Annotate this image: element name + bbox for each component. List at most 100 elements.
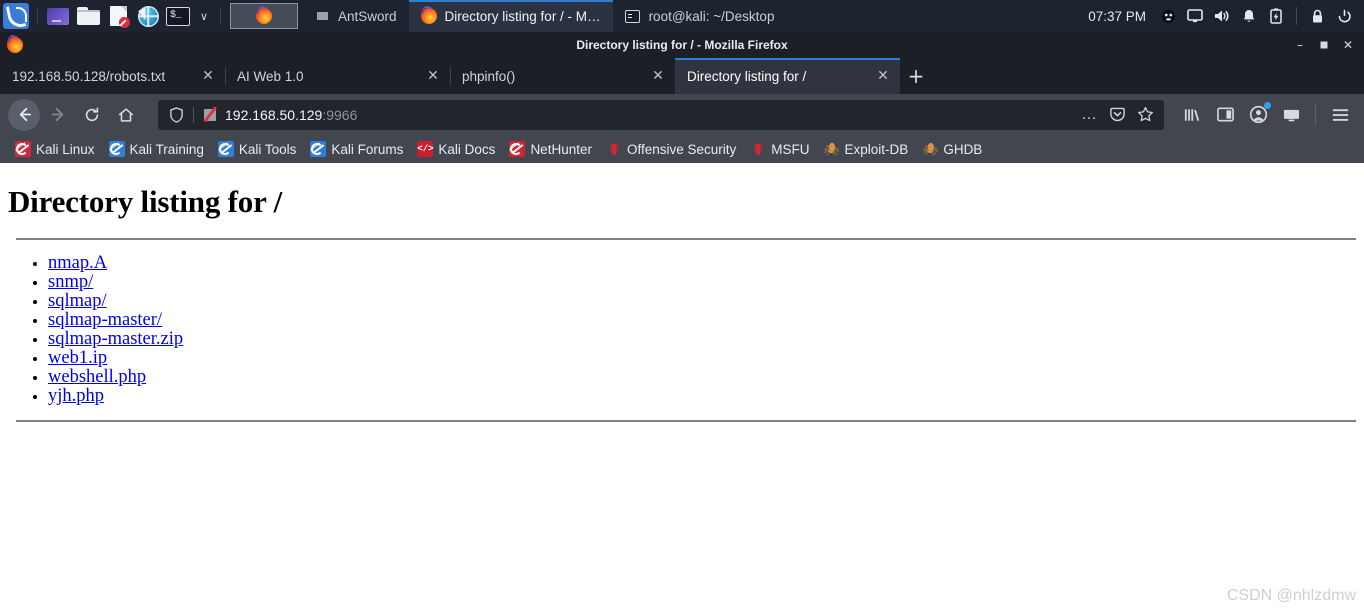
tray-notification-icon[interactable] <box>1237 0 1261 32</box>
home-button[interactable] <box>110 99 142 131</box>
bookmark-msfu[interactable]: MSFU <box>743 137 816 161</box>
taskbar-window-firefox[interactable]: Directory listing for / - M… <box>408 0 613 32</box>
bookmark-exploit-db[interactable]: 🕷 Exploit-DB <box>817 137 916 161</box>
bookmark-label: Kali Training <box>129 141 204 157</box>
msfu-icon <box>750 141 766 157</box>
directory-link[interactable]: webshell.php <box>48 367 146 387</box>
terminal-icon[interactable]: $_ <box>163 0 193 32</box>
window-title: Directory listing for / - Mozilla Firefo… <box>576 38 788 52</box>
system-tray <box>1156 0 1364 32</box>
tracking-protection-shield-icon[interactable] <box>166 106 186 123</box>
screenshot-icon[interactable] <box>1275 99 1307 131</box>
minimize-button[interactable]: – <box>1288 32 1312 58</box>
list-item: webshell.php <box>48 368 1356 387</box>
tray-volume-icon[interactable] <box>1210 0 1234 32</box>
directory-link[interactable]: yjh.php <box>48 386 104 406</box>
bookmark-kali-forums[interactable]: Kali Forums <box>303 137 410 161</box>
maximize-button[interactable] <box>1312 32 1336 58</box>
bookmark-nethunter[interactable]: NetHunter <box>502 137 599 161</box>
file-manager-icon[interactable] <box>73 0 103 32</box>
sidebar-icon[interactable] <box>1209 99 1241 131</box>
taskbar-window-label: root@kali: ~/Desktop <box>648 8 775 24</box>
new-tab-button[interactable]: + <box>900 58 932 94</box>
page-title: Directory listing for / <box>8 184 283 219</box>
tray-lock-icon[interactable] <box>1305 0 1329 32</box>
library-icon[interactable] <box>1176 99 1208 131</box>
list-item: sqlmap-master.zip <box>48 330 1356 349</box>
tab-robots-txt[interactable]: 192.168.50.128/robots.txt ✕ <box>0 58 225 94</box>
bookmark-label: Kali Tools <box>238 141 297 157</box>
workspace-switcher-icon[interactable] <box>43 0 73 32</box>
url-host: 192.168.50.129 <box>225 106 323 123</box>
tab-label: phpinfo() <box>462 68 516 84</box>
tab-phpinfo[interactable]: phpinfo() ✕ <box>450 58 675 94</box>
tab-label: Directory listing for / <box>687 68 807 84</box>
page-actions-icon[interactable]: … <box>1076 102 1102 128</box>
firefox-window: Directory listing for / - Mozilla Firefo… <box>0 32 1364 609</box>
tray-user-icon[interactable] <box>1156 0 1180 32</box>
horizontal-rule-bottom <box>16 420 1356 422</box>
tab-close-icon[interactable]: ✕ <box>872 65 894 87</box>
page-content: Directory listing for / nmap.A snmp/ sql… <box>0 163 1364 609</box>
firefox-icon <box>256 8 272 24</box>
bookmark-kali-linux[interactable]: Kali Linux <box>8 137 102 161</box>
tab-close-icon[interactable]: ✕ <box>647 65 669 87</box>
tab-directory-listing[interactable]: Directory listing for / ✕ <box>675 58 900 94</box>
bookmark-ghdb[interactable]: 🕷 GHDB <box>915 137 989 161</box>
nethunter-icon <box>509 141 526 157</box>
terminal-icon <box>625 9 641 23</box>
bookmark-kali-tools[interactable]: Kali Tools <box>211 137 304 161</box>
kali-menu-button[interactable] <box>0 0 32 32</box>
back-button[interactable] <box>8 98 40 131</box>
url-port: :9966 <box>322 106 358 123</box>
tray-power-icon[interactable] <box>1332 0 1356 32</box>
forward-button[interactable] <box>42 99 74 131</box>
bookmark-kali-training[interactable]: Kali Training <box>102 137 211 161</box>
bookmark-kali-docs[interactable]: </> Kali Docs <box>410 137 502 161</box>
tray-display-icon[interactable] <box>1183 0 1207 32</box>
close-button[interactable]: ✕ <box>1336 32 1360 58</box>
tab-close-icon[interactable]: ✕ <box>422 65 444 87</box>
bookmark-offensive-security[interactable]: Offensive Security <box>599 137 743 161</box>
reload-button[interactable] <box>76 99 108 131</box>
directory-link[interactable]: sqlmap-master/ <box>48 310 162 330</box>
bookmark-label: GHDB <box>943 141 983 157</box>
kali-training-icon <box>108 141 125 157</box>
taskbar-window-antsword[interactable]: AntSword <box>302 0 409 32</box>
kali-linux-icon <box>15 141 31 157</box>
firefox-icon <box>4 37 26 53</box>
tray-battery-icon[interactable] <box>1264 0 1288 32</box>
bookmark-star-icon[interactable] <box>1132 102 1158 128</box>
list-item: sqlmap-master/ <box>48 311 1356 330</box>
toolbar-divider <box>1315 103 1316 126</box>
account-icon[interactable] <box>1242 99 1274 131</box>
chevron-down-icon[interactable]: ∨ <box>193 0 215 32</box>
bookmark-label: Offensive Security <box>626 141 737 157</box>
taskbar-pinned-firefox[interactable] <box>230 3 298 29</box>
list-item: snmp/ <box>48 273 1356 292</box>
web-browser-icon[interactable] <box>133 0 163 32</box>
taskbar-clock[interactable]: 07:37 PM <box>1078 9 1156 24</box>
bookmarks-bar: Kali Linux Kali Training Kali Tools Kali… <box>0 135 1364 163</box>
directory-link[interactable]: snmp/ <box>48 272 93 292</box>
kali-docs-icon: </> <box>417 141 434 157</box>
pocket-icon[interactable] <box>1104 102 1130 128</box>
bookmark-label: Kali Docs <box>438 141 496 157</box>
text-editor-icon[interactable] <box>103 0 133 32</box>
window-icon <box>314 9 330 23</box>
url-bar[interactable]: 192.168.50.129:9966 … <box>158 99 1164 130</box>
app-menu-button[interactable] <box>1324 99 1356 131</box>
directory-link[interactable]: sqlmap/ <box>48 291 107 311</box>
directory-link[interactable]: sqlmap-master.zip <box>48 329 183 349</box>
insecure-connection-icon[interactable] <box>201 106 219 123</box>
taskbar-divider <box>220 7 221 25</box>
horizontal-rule-top <box>16 238 1356 240</box>
url-text[interactable]: 192.168.50.129:9966 <box>219 107 1076 123</box>
directory-link[interactable]: nmap.A <box>48 253 107 273</box>
kali-dragon-icon <box>3 3 29 29</box>
directory-link[interactable]: web1.ip <box>48 348 107 368</box>
taskbar-window-terminal[interactable]: root@kali: ~/Desktop <box>613 0 787 32</box>
url-bar-actions: … <box>1076 102 1158 128</box>
tab-ai-web[interactable]: AI Web 1.0 ✕ <box>225 58 450 94</box>
tab-close-icon[interactable]: ✕ <box>197 65 219 87</box>
